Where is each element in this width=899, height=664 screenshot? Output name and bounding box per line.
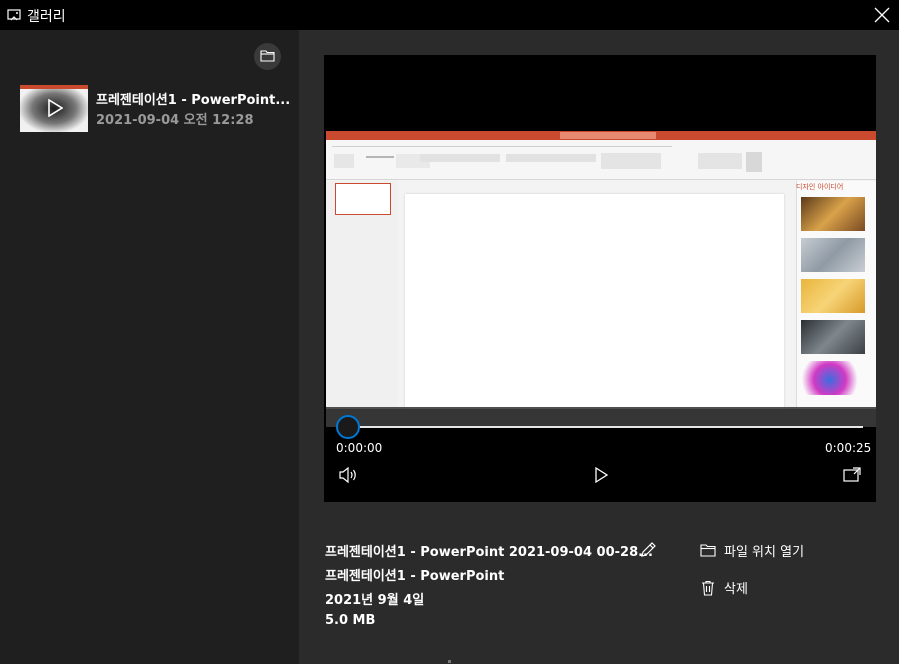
app-name: 프레젠테이션1 - PowerPoint (325, 569, 505, 584)
folder-icon (700, 544, 716, 557)
delete-button[interactable]: 삭제 (700, 577, 770, 599)
ppt-ribbon (326, 140, 876, 180)
video-player[interactable]: 디자인 아이디어 (324, 55, 876, 502)
delete-label: 삭제 (724, 582, 748, 597)
design-idea (801, 279, 865, 313)
paragraph-box (506, 154, 596, 162)
seek-handle[interactable] (336, 415, 360, 439)
video-thumbnail[interactable] (20, 85, 88, 132)
file-name: 프레젠테이션1 - PowerPoint 2021-09-04 00-28... (325, 545, 653, 560)
edit-icon[interactable] (638, 540, 658, 560)
open-location-label: 파일 위치 열기 (724, 545, 805, 560)
capture-date: 2021년 9월 4일 (325, 593, 425, 608)
design-idea (801, 361, 865, 395)
gallery-sidebar: 프레젠테이션1 - PowerPoint... 2021-09-04 오전 12… (0, 30, 299, 664)
gallery-item-date: 2021-09-04 오전 12:28 (96, 113, 254, 128)
title-bar: 갤러리 (0, 0, 899, 30)
thumbnail-strip (20, 85, 88, 89)
ppt-designer-title: 디자인 아이디어 (796, 183, 844, 191)
editing-box (698, 153, 742, 169)
gallery-icon (7, 9, 21, 21)
ribbon-button (334, 154, 354, 168)
gallery-item[interactable]: 프레젠테이션1 - PowerPoint... 2021-09-04 오전 12… (20, 85, 290, 133)
trash-icon (702, 580, 714, 596)
folder-icon (260, 50, 275, 62)
progress-track (326, 407, 876, 427)
window-title: 갤러리 (27, 9, 66, 25)
ppt-slide-pane (326, 181, 398, 409)
ribbon-tabs-line (332, 146, 672, 147)
play-button[interactable] (590, 464, 612, 486)
close-icon[interactable] (871, 4, 893, 26)
design-idea (801, 197, 865, 231)
resize-grip (448, 660, 451, 663)
duration: 0:00:25 (825, 441, 872, 455)
font-box (420, 154, 500, 162)
ppt-slide-canvas (405, 194, 784, 409)
current-time: 0:00:00 (336, 441, 383, 455)
open-location-button[interactable]: 파일 위치 열기 (700, 540, 830, 562)
ppt-search-box (560, 132, 656, 139)
design-idea (801, 238, 865, 272)
play-icon (48, 99, 63, 117)
gallery-item-title: 프레젠테이션1 - PowerPoint... (96, 93, 291, 108)
seek-bar[interactable] (348, 426, 863, 428)
ribbon-button (366, 156, 394, 158)
design-idea (801, 320, 865, 354)
open-folder-button[interactable] (254, 43, 281, 70)
drawing-box (601, 153, 661, 169)
ppt-slide-thumbnail (335, 183, 391, 215)
video-frame: 디자인 아이디어 (326, 131, 876, 409)
file-size: 5.0 MB (325, 613, 376, 628)
pip-icon[interactable] (841, 464, 863, 486)
designer-button (746, 152, 762, 172)
volume-icon[interactable] (337, 464, 359, 486)
